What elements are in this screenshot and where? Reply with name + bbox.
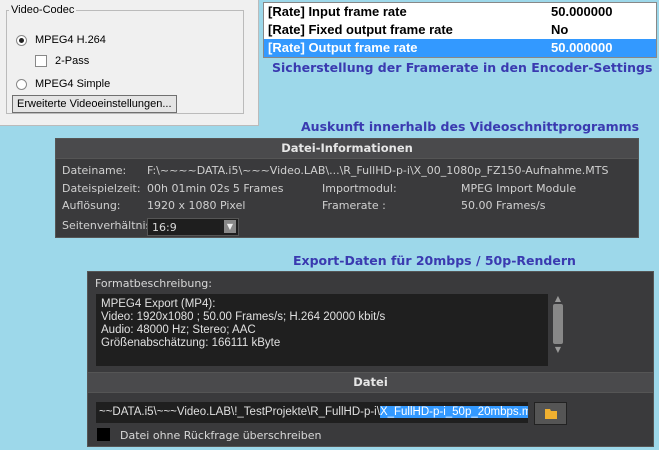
format-line: MPEG4 Export (MP4): — [101, 298, 216, 310]
video-codec-legend: Video-Codec — [11, 4, 75, 16]
output-path-input[interactable]: ~~DATA.i5\~~~Video.LAB\!_TestProjekte\R_… — [96, 402, 528, 423]
framerate-label: Framerate : — [322, 199, 386, 212]
video-codec-panel: Video-Codec MPEG4 H.264 2-Pass MPEG4 Sim… — [0, 0, 259, 126]
scrollbar[interactable]: ▲ ▼ — [551, 294, 565, 366]
duration-value: 00h 01min 02s 5 Frames — [147, 182, 284, 195]
overwrite-label: Datei ohne Rückfrage überschreiben — [120, 429, 322, 442]
table-row[interactable]: [Rate] Fixed output frame rate No — [264, 21, 656, 39]
radio-mpeg4-h264[interactable]: MPEG4 H.264 — [16, 34, 106, 46]
duration-label: Dateispielzeit: — [62, 182, 141, 195]
export-panel: Formatbeschreibung: MPEG4 Export (MP4): … — [87, 271, 654, 447]
filename-value: F:\~~~~DATA.i5\~~~Video.LAB\...\R_FullHD… — [147, 164, 609, 177]
radio-selected-icon[interactable] — [16, 34, 27, 46]
caption-editor: Auskunft innerhalb des Videoschnittprogr… — [301, 119, 640, 134]
format-label: Formatbeschreibung: — [95, 277, 212, 290]
table-row[interactable]: [Rate] Input frame rate 50.000000 — [264, 3, 656, 21]
two-pass-checkbox[interactable]: 2-Pass — [35, 55, 90, 68]
radio-label: MPEG4 H.264 — [35, 34, 106, 46]
row-value: 50.000000 — [551, 4, 613, 19]
radio-label: MPEG4 Simple — [35, 78, 111, 90]
radio-icon[interactable] — [16, 78, 27, 90]
row-value: 50.000000 — [551, 40, 613, 55]
caption-encoder: Sicherstellung der Framerate in den Enco… — [272, 60, 653, 75]
aspect-value: 16:9 — [152, 221, 177, 234]
file-section-title: Datei — [88, 372, 653, 393]
scroll-up-icon[interactable]: ▲ — [551, 294, 565, 303]
row-name: [Rate] Fixed output frame rate — [268, 22, 453, 37]
overwrite-checkbox[interactable] — [97, 428, 110, 441]
scroll-thumb[interactable] — [553, 304, 563, 344]
path-prefix: ~~DATA.i5\~~~Video.LAB\!_TestProjekte\R_… — [99, 406, 380, 418]
filename-label: Dateiname: — [62, 164, 127, 177]
format-line: Audio: 48000 Hz; Stereo; AAC — [101, 324, 256, 336]
format-line: Video: 1920x1080 ; 50.00 Frames/s; H.264… — [101, 311, 386, 323]
format-line: Größenabschätzung: 166111 kByte — [101, 337, 281, 349]
import-value: MPEG Import Module — [461, 182, 577, 195]
resolution-value: 1920 x 1080 Pixel — [147, 199, 246, 212]
file-info-panel: Datei-Informationen Dateiname: F:\~~~~DA… — [55, 138, 639, 238]
radio-mpeg4-simple[interactable]: MPEG4 Simple — [16, 78, 110, 90]
table-row-selected[interactable]: [Rate] Output frame rate 50.000000 — [264, 39, 656, 57]
resolution-label: Auflösung: — [62, 199, 121, 212]
framerate-value: 50.00 Frames/s — [461, 199, 546, 212]
path-selected: X_FullHD-p-i_50p_20mbps.mp4 — [379, 406, 528, 418]
caption-export: Export-Daten für 20mbps / 50p-Rendern — [293, 253, 576, 268]
import-label: Importmodul: — [322, 182, 397, 195]
file-info-title: Datei-Informationen — [56, 139, 638, 159]
scroll-down-icon[interactable]: ▼ — [551, 345, 565, 354]
browse-folder-button[interactable] — [534, 402, 567, 425]
aspect-label: Seitenverhältnis: — [62, 219, 156, 232]
checkbox-label: 2-Pass — [55, 55, 90, 67]
aspect-ratio-select[interactable]: 16:9 ▼ — [147, 218, 239, 236]
folder-icon — [545, 409, 557, 419]
row-value: No — [551, 22, 569, 37]
row-name: [Rate] Output frame rate — [268, 40, 418, 55]
format-description: MPEG4 Export (MP4): Video: 1920x1080 ; 5… — [96, 294, 548, 366]
dropdown-arrow-icon[interactable]: ▼ — [224, 220, 236, 233]
advanced-video-settings-button[interactable]: Erweiterte Videoeinstellungen... — [12, 95, 177, 113]
rate-table: [Rate] Input frame rate 50.000000 [Rate] … — [263, 2, 657, 58]
checkbox-icon[interactable] — [35, 55, 47, 68]
row-name: [Rate] Input frame rate — [268, 4, 407, 19]
